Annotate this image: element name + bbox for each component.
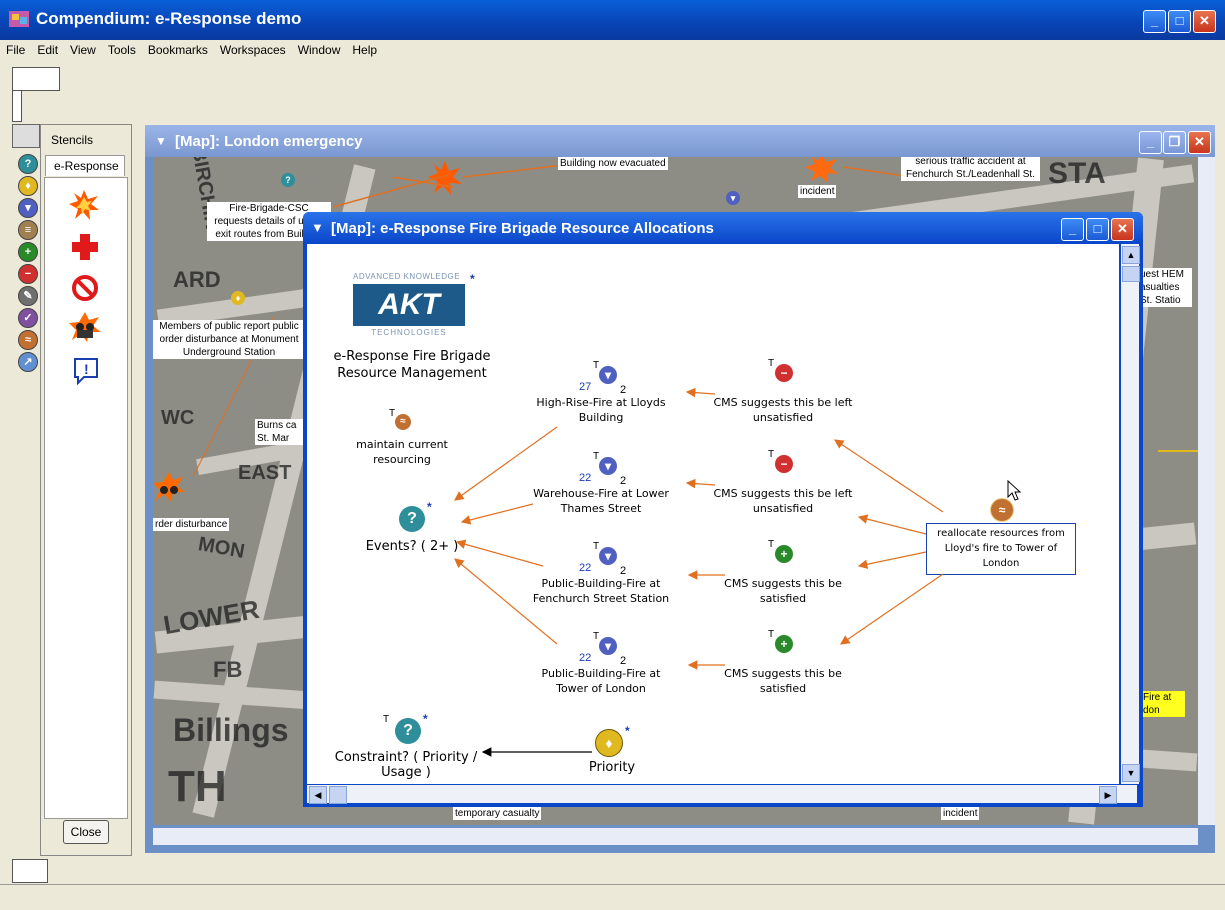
map-node-label[interactable]: incident xyxy=(798,185,837,198)
map-horizontal-scrollbar[interactable] xyxy=(153,828,1198,845)
explosion-stencil-icon[interactable] xyxy=(69,190,99,220)
map-restore-button[interactable]: ❐ xyxy=(1163,131,1186,154)
app-titlebar: Compendium: e-Response demo _ □ ✕ xyxy=(0,0,1225,40)
pro-node-icon[interactable]: + xyxy=(18,242,38,262)
maximize-button[interactable]: □ xyxy=(1168,10,1191,33)
link-arrows xyxy=(454,387,944,757)
status-bar xyxy=(0,859,1225,910)
map-node-label[interactable]: serious traffic accident at Fenchurch St… xyxy=(901,157,1040,181)
resource-minimize-button[interactable]: _ xyxy=(1061,218,1084,241)
map-node-label[interactable]: Building now evacuated xyxy=(558,157,668,170)
map-minimize-button[interactable]: _ xyxy=(1139,131,1162,154)
menu-window[interactable]: Window xyxy=(292,40,347,57)
alert-bubble-stencil-icon[interactable]: ! xyxy=(72,356,100,386)
red-cross-stencil-icon[interactable] xyxy=(72,234,98,260)
map-node-label[interactable]: Burns ca St. Mar xyxy=(255,419,305,445)
resource-map-canvas[interactable]: ADVANCED KNOWLEDGE AKT TECHNOLOGIES * e-… xyxy=(307,244,1119,784)
con-node-icon[interactable]: − xyxy=(18,264,38,284)
resource-horizontal-scrollbar[interactable]: ◀ ▶ xyxy=(307,785,1137,804)
scroll-thumb[interactable] xyxy=(1122,266,1140,282)
map-node-label[interactable]: incident xyxy=(941,807,980,820)
no-entry-stencil-icon[interactable] xyxy=(71,274,99,302)
map-node-label[interactable]: Fire at don xyxy=(1141,691,1185,717)
toolbar-grip-bottom[interactable] xyxy=(12,859,48,883)
menu-bookmarks[interactable]: Bookmarks xyxy=(142,40,214,57)
map-node-label[interactable]: temporary casualty xyxy=(453,807,542,820)
map-close-button[interactable]: ✕ xyxy=(1188,131,1211,154)
resource-allocation-window: ▼ [Map]: e-Response Fire Brigade Resourc… xyxy=(303,212,1143,807)
toolbar-handle[interactable] xyxy=(12,124,40,148)
menu-help[interactable]: Help xyxy=(346,40,383,57)
scroll-down-icon[interactable]: ▼ xyxy=(1122,764,1140,782)
menubar: File Edit View Tools Bookmarks Workspaces Wind… xyxy=(0,40,1225,62)
minimize-button[interactable]: _ xyxy=(1143,10,1166,33)
idea-node-icon[interactable]: ♦ xyxy=(18,176,38,196)
resource-vertical-scrollbar[interactable]: ▲ ▼ xyxy=(1121,244,1140,784)
argument-node-icon[interactable]: ≈ xyxy=(18,330,38,350)
list-node-icon[interactable]: ≡ xyxy=(18,220,38,240)
map-vertical-scrollbar[interactable] xyxy=(1198,157,1215,825)
map-window-icon: ▼ xyxy=(155,134,167,148)
resource-window-title: [Map]: e-Response Fire Brigade Resource … xyxy=(331,220,714,237)
scroll-right-icon[interactable]: ▶ xyxy=(1099,786,1117,804)
node-type-toolbar: ? ♦ ▾ ≡ + − ✎ ✓ ≈ ↗ xyxy=(8,66,40,896)
resource-close-button[interactable]: ✕ xyxy=(1111,218,1134,241)
menu-tools[interactable]: Tools xyxy=(102,40,142,57)
tab-e-response[interactable]: e-Response xyxy=(45,155,125,176)
map-node-label[interactable]: Members of public report public order di… xyxy=(153,320,305,359)
question-node-icon[interactable]: ? xyxy=(18,154,38,174)
map-node-icon[interactable]: ▾ xyxy=(18,198,38,218)
map-node-label[interactable]: rder disturbance xyxy=(153,518,230,531)
menu-workspaces[interactable]: Workspaces xyxy=(214,40,292,57)
map-window-titlebar: ▼ [Map]: London emergency _ ❐ ✕ xyxy=(145,125,1215,157)
note-node-icon[interactable]: ↗ xyxy=(18,352,38,372)
close-button[interactable]: ✕ xyxy=(1193,10,1216,33)
stencils-label: Stencils xyxy=(51,133,94,147)
resource-window-icon: ▼ xyxy=(311,220,324,235)
menu-view[interactable]: View xyxy=(64,40,102,57)
scroll-up-icon[interactable]: ▲ xyxy=(1122,246,1140,264)
decision-node-icon[interactable]: ✓ xyxy=(18,308,38,328)
menu-file[interactable]: File xyxy=(0,40,31,57)
app-title: Compendium: e-Response demo xyxy=(36,9,302,28)
svg-text:!: ! xyxy=(84,361,89,377)
resource-window-titlebar: ▼ [Map]: e-Response Fire Brigade Resourc… xyxy=(303,212,1143,244)
scroll-thumb[interactable] xyxy=(329,786,347,804)
riot-stencil-icon[interactable] xyxy=(69,312,101,342)
stencil-close-button[interactable]: Close xyxy=(63,820,109,844)
map-node-label[interactable]: uest HEM asualties St. Statio xyxy=(1138,268,1192,307)
reference-node-icon[interactable]: ✎ xyxy=(18,286,38,306)
menu-edit[interactable]: Edit xyxy=(31,40,64,57)
map-window-title: [Map]: London emergency xyxy=(175,133,363,150)
compendium-logo-icon xyxy=(9,11,29,27)
resource-maximize-button[interactable]: □ xyxy=(1086,218,1109,241)
scroll-left-icon[interactable]: ◀ xyxy=(309,786,327,804)
stencil-panel: Stencils e-Response ! Close xyxy=(40,124,132,856)
